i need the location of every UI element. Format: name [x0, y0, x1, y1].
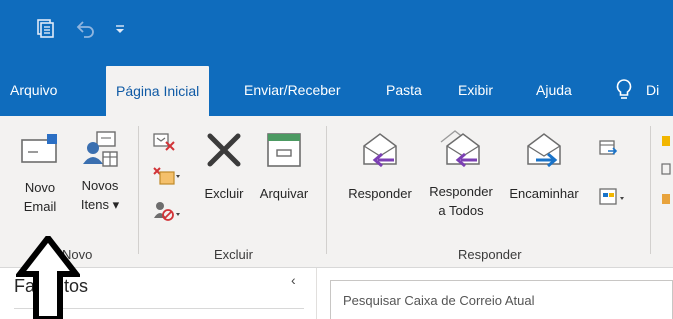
pane-divider: [316, 268, 317, 319]
forward-label: Encaminhar: [509, 186, 579, 201]
send-receive-all-folders-icon[interactable]: [36, 18, 56, 40]
collapse-folder-pane-icon[interactable]: ‹: [291, 272, 296, 288]
group-separator: [650, 126, 651, 254]
reply-all-icon: [440, 130, 480, 168]
new-items-label-line1: Novos: [81, 178, 119, 193]
new-email-label-line1: Novo: [24, 180, 56, 195]
new-email-button[interactable]: Novo Email: [12, 130, 68, 216]
ignore-conversation-icon[interactable]: [152, 130, 176, 159]
tab-tell-me-truncated[interactable]: Di: [646, 64, 659, 116]
forward-button[interactable]: Encaminhar: [502, 130, 586, 203]
reply-button[interactable]: Responder: [340, 130, 420, 203]
tab-arquivo[interactable]: Arquivo: [10, 64, 57, 116]
group-label-excluir: Excluir: [214, 247, 254, 262]
reply-all-button[interactable]: Responder a Todos: [420, 128, 502, 220]
tab-pagina-inicial[interactable]: Página Inicial: [106, 66, 210, 116]
archive-button[interactable]: Arquivar: [252, 130, 316, 203]
group-label-responder: Responder: [458, 247, 522, 262]
quick-steps-icon[interactable]: [660, 134, 672, 219]
more-respond-icon[interactable]: [598, 186, 628, 215]
new-items-button[interactable]: Novos Itens ▾: [72, 128, 128, 214]
tab-enviar-receber[interactable]: Enviar/Receber: [244, 64, 341, 116]
clean-up-icon[interactable]: [152, 162, 182, 193]
title-bar: [0, 0, 673, 64]
delete-label: Excluir: [204, 186, 244, 201]
customize-quick-access-icon[interactable]: [112, 18, 128, 40]
junk-icon[interactable]: [152, 198, 182, 229]
forward-icon: [527, 133, 561, 168]
undo-icon[interactable]: [72, 18, 98, 40]
new-items-icon: [83, 131, 118, 167]
archive-icon: [267, 133, 301, 167]
meeting-reply-icon[interactable]: [598, 138, 620, 165]
group-separator: [138, 126, 139, 254]
reply-all-label-line1: Responder: [429, 184, 493, 199]
new-email-label-line2: Email: [23, 199, 57, 214]
search-placeholder: Pesquisar Caixa de Correio Atual: [343, 293, 535, 308]
reply-label: Responder: [348, 186, 412, 201]
ribbon: Novo Email Novos Itens ▾ Novo Excluir Ar…: [0, 116, 673, 268]
annotation-arrow-icon: [16, 236, 80, 319]
reply-icon: [363, 133, 397, 168]
tab-pasta[interactable]: Pasta: [386, 64, 422, 116]
tab-ajuda[interactable]: Ajuda: [536, 64, 572, 116]
reply-all-label-line2: a Todos: [438, 203, 484, 218]
search-box[interactable]: Pesquisar Caixa de Correio Atual: [330, 280, 673, 319]
new-items-label-line2: Itens ▾: [80, 197, 120, 212]
archive-label: Arquivar: [259, 186, 309, 201]
ribbon-tab-row: Arquivo Página Inicial Enviar/Receber Pa…: [0, 64, 673, 116]
new-email-icon: [21, 134, 57, 163]
tab-exibir[interactable]: Exibir: [458, 64, 493, 116]
lightbulb-icon[interactable]: [616, 64, 632, 116]
delete-x-icon: [207, 133, 241, 167]
delete-button[interactable]: Excluir: [196, 130, 252, 203]
group-separator: [326, 126, 327, 254]
